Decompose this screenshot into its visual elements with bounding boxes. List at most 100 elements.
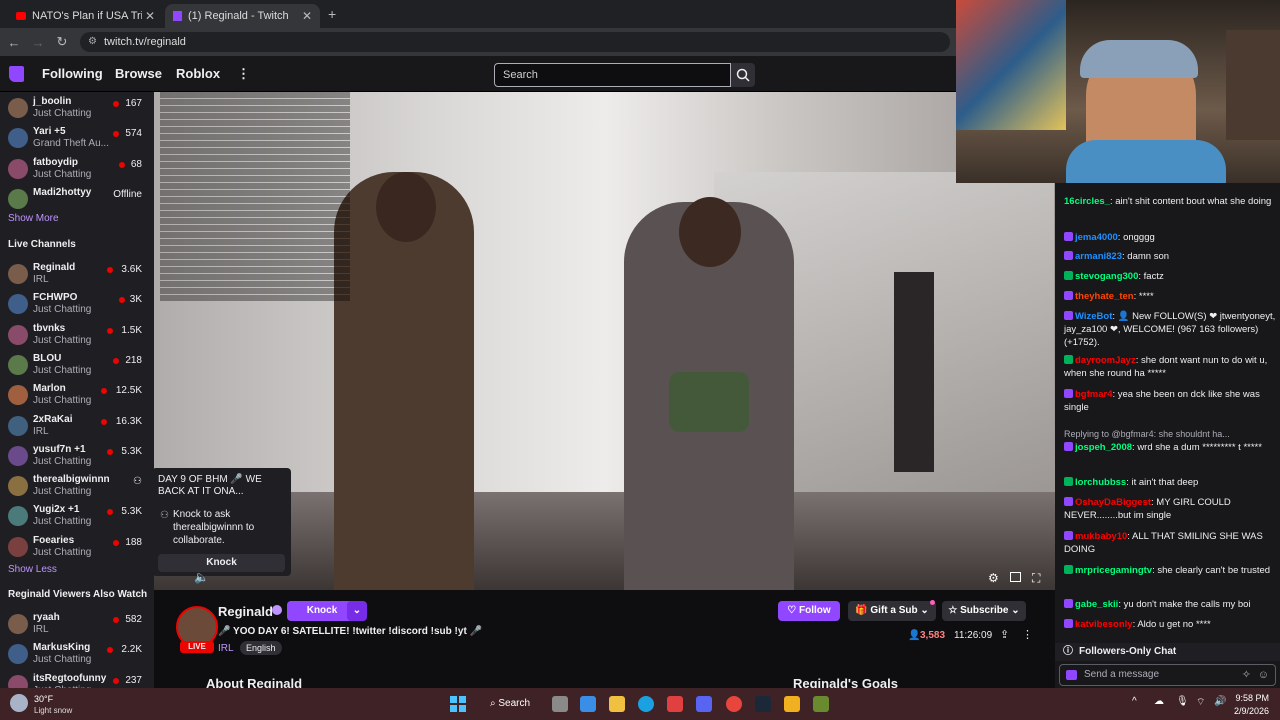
channel-avatar [8,385,28,406]
show-less-link[interactable]: Show Less [8,564,57,575]
chat-username[interactable]: gabe_skii [1075,599,1118,610]
taskbar-search-label: Search [498,698,531,709]
wall-painting [956,0,1066,130]
sidebar-channel[interactable]: Madi2hottyy Offline [0,185,150,215]
channel-name: j_boolin [33,96,72,107]
sidebar-channel[interactable]: Marlon Just Chatting 12.5K [0,381,150,411]
chat-username[interactable]: dayroomJayz [1075,355,1136,366]
reload-icon[interactable]: ↻ [50,34,74,50]
channel-avatar [8,445,28,466]
share-icon[interactable]: ⇪ [1000,628,1009,641]
forward-icon[interactable]: → [26,35,50,50]
nav-roblox[interactable]: Roblox [176,66,220,81]
app-v-icon[interactable] [813,696,829,712]
address-bar: ← → ↻ ⚙ twitch.tv/reginald [0,28,956,56]
chat-username[interactable]: mukbaby10 [1075,531,1127,542]
chat-username[interactable]: 16circles_ [1064,196,1110,207]
site-info-icon[interactable]: ⚙ [88,32,97,52]
language-tag[interactable]: English [240,641,282,655]
follow-button[interactable]: ♡ Follow [778,601,840,621]
sidebar-channel[interactable]: Yugi2x +1 Just Chatting 5.3K [0,502,150,532]
browser-tab-bar: NATO's Plan if USA Tries to Inv... ✕ (1)… [0,0,956,28]
channel-name[interactable]: Reginald [218,604,273,619]
chat-input[interactable]: Send a message ✧ ☺ [1059,664,1276,686]
chat-username[interactable]: theyhate_ten [1075,291,1134,302]
chat-username[interactable]: armani823 [1075,251,1122,262]
browser-tab[interactable]: NATO's Plan if USA Tries to Inv... ✕ [8,4,163,28]
taskbar-search[interactable]: ⌕ Search [482,692,540,716]
tray-app-icon[interactable]: ☁ [1154,696,1164,707]
chat-username[interactable]: jema4000 [1075,232,1118,243]
chat-badge-icon[interactable] [1066,670,1077,680]
copilot-icon[interactable] [580,696,596,712]
url-field[interactable]: ⚙ twitch.tv/reginald [80,32,950,52]
chat-username[interactable]: katvibesonly [1075,619,1133,630]
tray-chevron-icon[interactable]: ^ [1132,696,1137,707]
search-button[interactable] [731,63,755,87]
steam-icon[interactable] [755,696,771,712]
sidebar-channel[interactable]: 2xRaKai IRL 16.3K [0,412,150,442]
theatre-mode-icon[interactable] [1010,572,1021,582]
volume-icon[interactable]: 🔈 [194,570,209,584]
chat-username[interactable]: jospeh_2008 [1075,442,1132,453]
settings-icon[interactable]: ⚙ [988,571,999,585]
sidebar-channel[interactable]: Reginald IRL 3.6K [0,260,150,290]
search-input[interactable]: Search [494,63,731,87]
new-tab-icon[interactable]: + [328,6,336,22]
live-dot [119,161,125,168]
chat-username[interactable]: mrpricegamingtv [1075,565,1152,576]
more-menu-icon[interactable]: ⋮ [237,66,250,82]
knock-icon[interactable]: ⚇ [133,476,142,487]
close-tab-icon[interactable]: ✕ [145,9,155,23]
fullscreen-icon[interactable]: ⛶ [1032,571,1040,586]
weather-desc: Light snow [34,706,73,715]
sidebar-channel[interactable]: Yari +5 Grand Theft Au... 574 [0,124,150,154]
twitch-logo-icon[interactable] [9,66,24,82]
microphone-icon[interactable]: 🎙 [1176,696,1189,707]
sidebar-channel[interactable]: Foearies Just Chatting 188 [0,533,150,563]
sidebar-channel[interactable]: fatboydip Just Chatting 68 [0,155,150,185]
sidebar-channel[interactable]: therealbigwinnn Just Chatting ⚇ [0,472,150,502]
store-icon[interactable] [667,696,683,712]
bits-icon[interactable]: ✧ [1242,665,1251,685]
edge-icon[interactable] [638,696,654,712]
discord-icon[interactable] [696,696,712,712]
wifi-icon[interactable]: ⌔ [1196,696,1205,709]
emote-icon[interactable]: ☺ [1258,665,1269,685]
chrome-icon[interactable] [726,696,742,712]
back-icon[interactable]: ← [2,35,26,50]
chat-username[interactable]: WizeBot [1075,311,1112,322]
sidebar-channel[interactable]: ryaah IRL 582 [0,610,150,640]
more-options-icon[interactable]: ⋮ [1022,628,1033,641]
sidebar-channel[interactable]: j_boolin Just Chatting 167 [0,94,150,124]
show-more-link[interactable]: Show More [8,213,59,224]
sidebar-channel[interactable]: itsRegtoofunnyJust Chatting237 [0,671,150,688]
chevron-down-icon[interactable]: ⌄ [347,601,367,621]
sidebar-channel[interactable]: tbvnks Just Chatting 1.5K [0,321,150,351]
chat-username[interactable]: stevogang300 [1075,271,1138,282]
close-tab-icon[interactable]: ✕ [302,9,312,23]
weather-icon[interactable] [10,694,28,712]
stream-category[interactable]: IRL [218,643,234,654]
viewer-count: 582 [125,614,142,625]
clock-date[interactable]: 2/9/2026 [1223,706,1269,716]
clock-time[interactable]: 9:58 PM [1233,693,1269,703]
gift-sub-button[interactable]: 🎁 Gift a Sub ⌄ [848,601,936,621]
chat-username[interactable]: lorchubbss [1075,477,1126,488]
nav-following[interactable]: Following [42,66,103,81]
subscribe-button[interactable]: ☆ Subscribe ⌄ [942,601,1026,621]
chat-username[interactable]: bgfmar4 [1075,389,1112,400]
app-r-icon[interactable] [784,696,800,712]
sidebar-channel[interactable]: FCHWPO Just Chatting 3K [0,290,150,320]
file-explorer-icon[interactable] [609,696,625,712]
sidebar-channel[interactable]: BLOU Just Chatting 218 [0,351,150,381]
task-view-icon[interactable] [552,696,568,712]
browser-tab-active[interactable]: (1) Reginald - Twitch ✕ [165,4,320,28]
channel-avatar [8,506,28,527]
sidebar-channel[interactable]: MarkusKing Just Chatting 2.2K [0,640,150,670]
chat-username[interactable]: OshayDaBiggest [1075,497,1151,508]
sidebar-channel[interactable]: yusuf7n +1 Just Chatting 5.3K [0,442,150,472]
nav-browse[interactable]: Browse [115,66,162,81]
start-icon[interactable] [450,696,466,712]
chat-badge-icon [1064,599,1073,608]
